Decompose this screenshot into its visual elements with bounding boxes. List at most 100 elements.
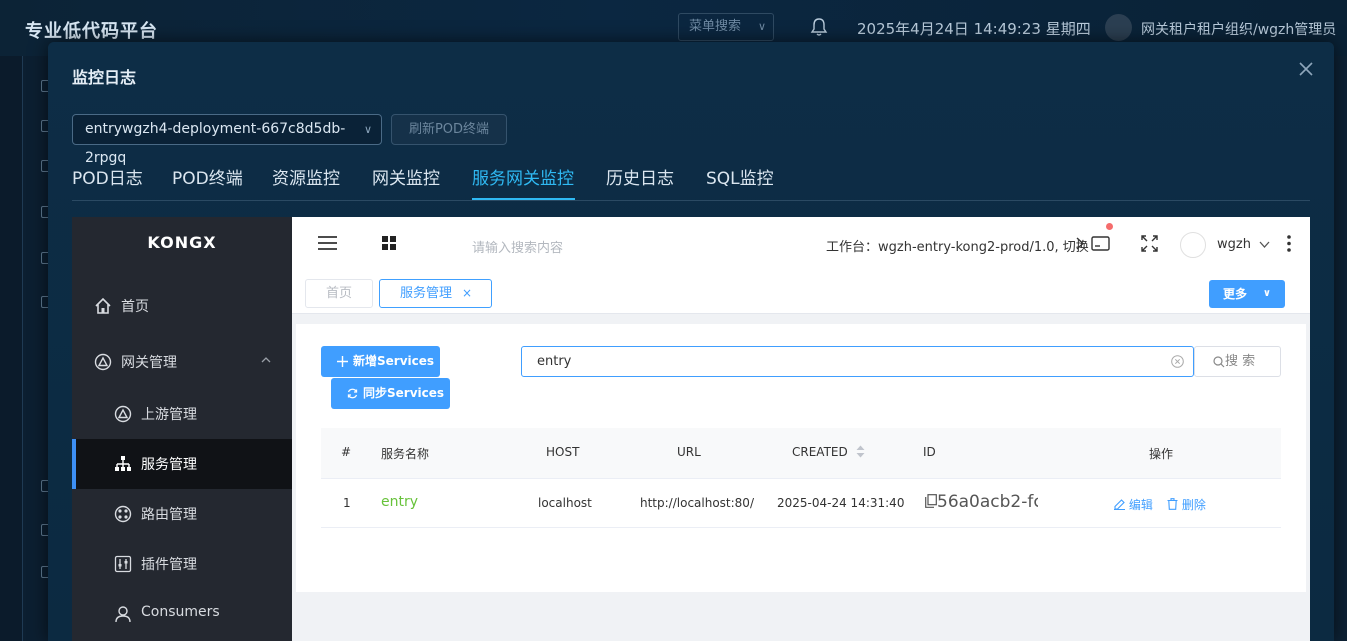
add-services-button[interactable]: 新增Services xyxy=(321,346,440,377)
active-tab-indicator xyxy=(472,198,575,200)
more-vertical-icon[interactable] xyxy=(1287,235,1291,252)
tab-pod-log[interactable]: POD日志 xyxy=(72,164,143,189)
grid-icon[interactable] xyxy=(382,236,396,250)
row-host: localhost xyxy=(538,496,592,510)
sidebar-item-label: 插件管理 xyxy=(141,557,197,573)
menu-search-placeholder: 菜单搜索 xyxy=(689,19,742,34)
row-index: 1 xyxy=(343,496,351,510)
chevron-up-icon xyxy=(261,357,271,363)
route-icon xyxy=(114,505,132,523)
menu-search-input[interactable]: 菜单搜索 ∨ xyxy=(678,13,774,41)
kongx-header: 请输入搜索内容 工作台：wgzh-entry-kong2-prod/1.0, 切… xyxy=(292,217,1310,267)
row-service-name-link[interactable]: entry xyxy=(381,494,418,510)
add-services-label: 新增Services xyxy=(353,354,435,368)
sidebar-item-label: 首页 xyxy=(121,299,149,315)
sidebar-item-label: Consumers xyxy=(141,604,220,620)
col-id: ID xyxy=(923,445,936,459)
services-panel: 新增Services 同步Services entry 搜 索 # 服务名称 H… xyxy=(296,324,1306,592)
tab-pod-terminal[interactable]: POD终端 xyxy=(172,164,243,189)
delete-button[interactable]: 删除 xyxy=(1167,496,1206,513)
tag-home[interactable]: 首页 xyxy=(305,279,373,308)
service-search-field[interactable] xyxy=(521,346,1194,377)
tab-history-log[interactable]: 历史日志 xyxy=(606,164,674,189)
sidebar-item-home[interactable]: 首页 xyxy=(72,281,292,331)
app-title: 专业低代码平台 xyxy=(25,21,158,42)
current-user[interactable]: 网关租户租户组织/wgzh管理员 xyxy=(1141,19,1336,39)
copy-icon[interactable] xyxy=(925,494,937,508)
avatar[interactable] xyxy=(1180,232,1206,258)
close-icon[interactable]: × xyxy=(462,280,472,307)
col-service-name: 服务名称 xyxy=(381,447,430,461)
sidebar-item-plugins[interactable]: 插件管理 xyxy=(72,539,292,589)
header-search-input[interactable]: 请输入搜索内容 xyxy=(472,237,563,256)
tag-label: 服务管理 xyxy=(400,286,453,301)
more-label: 更多 xyxy=(1223,287,1248,301)
sync-services-label: 同步Services xyxy=(363,386,445,400)
upstream-icon xyxy=(114,405,132,423)
hamburger-icon[interactable] xyxy=(318,236,337,250)
kongx-logo: KONGX xyxy=(147,233,217,252)
more-button[interactable]: 更多 ∨ xyxy=(1209,280,1285,308)
chevron-down-icon: ∨ xyxy=(363,123,372,136)
sidebar-item-label: 上游管理 xyxy=(141,407,197,423)
search-button[interactable]: 搜 索 xyxy=(1194,346,1281,377)
sidebar-item-gateway[interactable]: 网关管理 xyxy=(72,337,292,387)
notification-dot xyxy=(1106,223,1113,230)
sidebar-item-upstream[interactable]: 上游管理 xyxy=(72,389,292,439)
tag-services[interactable]: 服务管理 × xyxy=(379,279,492,308)
sidebar-item-routes[interactable]: 路由管理 xyxy=(72,489,292,539)
search-button-label: 搜 索 xyxy=(1225,354,1256,369)
edit-button[interactable]: 编辑 xyxy=(1114,496,1153,513)
fullscreen-icon[interactable] xyxy=(1141,235,1158,252)
workspace-switcher[interactable]: 工作台：wgzh-entry-kong2-prod/1.0, 切换 xyxy=(826,236,1089,255)
sidebar-item-services[interactable]: 服务管理 xyxy=(72,439,292,489)
screen-icon[interactable] xyxy=(1091,236,1110,252)
plus-icon xyxy=(337,356,348,367)
tree-icon xyxy=(115,456,131,471)
sidebar-item-label: 路由管理 xyxy=(141,507,197,523)
refresh-icon xyxy=(347,388,358,399)
trash-icon xyxy=(1167,498,1178,510)
app-side-rail xyxy=(22,56,53,641)
sidebar-item-consumers[interactable]: Consumers xyxy=(72,589,292,639)
home-icon xyxy=(95,297,111,314)
tab-resource-monitor[interactable]: 资源监控 xyxy=(272,164,340,189)
edit-label: 编辑 xyxy=(1128,498,1153,512)
user-icon xyxy=(115,606,131,623)
app-right-edge xyxy=(1334,56,1347,641)
kongx-sidebar: KONGX 首页 网关管理 上游管理 服务管理 路由管理 插件管理 Consum… xyxy=(72,217,292,641)
sort-icon[interactable] xyxy=(856,445,865,458)
service-search-input[interactable] xyxy=(537,354,1137,369)
col-url: URL xyxy=(677,445,701,459)
tab-sql-monitor[interactable]: SQL监控 xyxy=(706,164,774,189)
col-index: # xyxy=(341,445,352,459)
monitor-tabs: POD日志 POD终端 资源监控 网关监控 服务网关监控 历史日志 SQL监控 xyxy=(72,160,1310,201)
kongx-main: 请输入搜索内容 工作台：wgzh-entry-kong2-prod/1.0, 切… xyxy=(292,217,1310,641)
col-created-label: CREATED xyxy=(792,445,848,459)
header-user-name[interactable]: wgzh xyxy=(1217,237,1251,252)
row-id-value: 56a0acb2-fc xyxy=(937,492,1038,512)
tab-gateway-monitor[interactable]: 网关监控 xyxy=(372,164,440,189)
chevron-down-icon[interactable] xyxy=(1259,241,1270,248)
sync-services-button[interactable]: 同步Services xyxy=(331,378,450,409)
monitor-log-dialog: 监控日志 entrywgzh4-deployment-667c8d5db-2rp… xyxy=(48,42,1334,641)
tags-view: 首页 服务管理 × xyxy=(292,267,1310,314)
clear-icon[interactable] xyxy=(1171,355,1184,368)
col-created[interactable]: CREATED xyxy=(792,445,865,459)
close-icon[interactable] xyxy=(1296,59,1316,79)
row-created: 2025-04-24 14:31:40 xyxy=(777,496,905,510)
chevron-right-icon[interactable] xyxy=(1076,237,1084,250)
tab-service-gateway-monitor[interactable]: 服务网关监控 xyxy=(472,164,574,189)
row-url: http://localhost:80/ xyxy=(640,496,754,510)
table-header: # 服务名称 HOST URL CREATED ID 操作 xyxy=(321,428,1281,479)
bell-icon[interactable] xyxy=(810,17,828,37)
sidebar-item-label: 服务管理 xyxy=(141,457,197,473)
chevron-down-icon: ∨ xyxy=(1262,288,1271,299)
edit-icon xyxy=(1114,499,1125,510)
refresh-pod-terminal-button[interactable]: 刷新POD终端 xyxy=(391,114,507,145)
table-row: 1 entry localhost http://localhost:80/ 2… xyxy=(321,479,1281,528)
delete-label: 删除 xyxy=(1181,498,1206,512)
avatar[interactable] xyxy=(1105,14,1132,41)
pod-select[interactable]: entrywgzh4-deployment-667c8d5db-2rpgq ∨ xyxy=(72,114,382,166)
search-icon xyxy=(1213,356,1225,368)
